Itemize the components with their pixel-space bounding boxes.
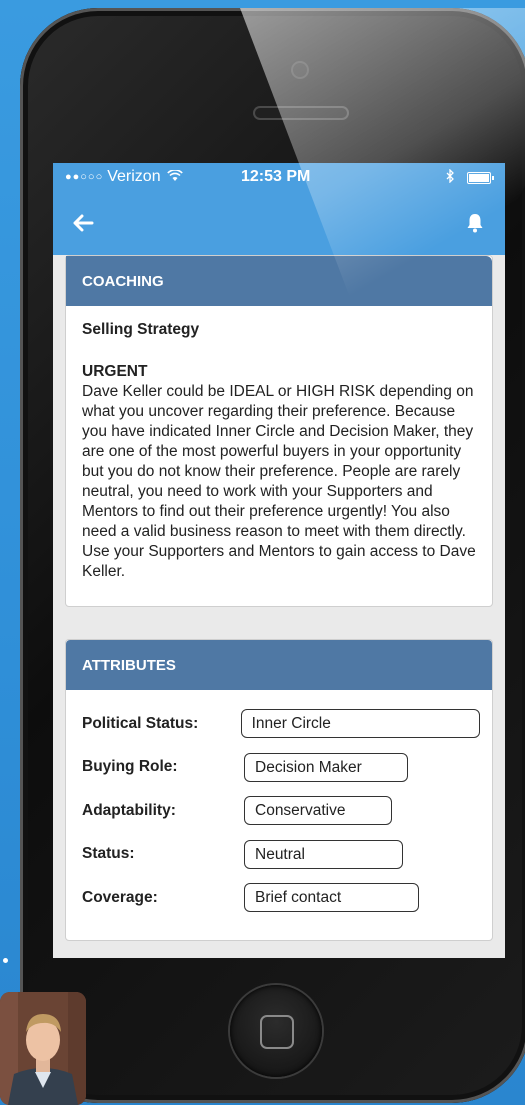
attribute-label: Coverage:	[82, 888, 158, 906]
attribute-label: Political Status:	[82, 714, 199, 732]
earpiece-speaker	[253, 106, 349, 120]
bell-icon[interactable]	[457, 205, 493, 241]
selling-strategy-title: Selling Strategy	[82, 321, 200, 338]
attribute-label: Buying Role:	[82, 758, 178, 776]
phone-frame: ●●○○○ Verizon 12:53 PM COACHING Selling …	[20, 8, 525, 1103]
battery-icon	[467, 172, 494, 184]
back-arrow-icon[interactable]	[65, 205, 101, 241]
attribute-label: Adaptability:	[82, 801, 176, 819]
attribute-row-coverage: Coverage: Brief contact	[82, 876, 480, 920]
attribute-row-political-status: Political Status: Inner Circle	[82, 702, 480, 746]
urgent-label: URGENT	[82, 363, 148, 380]
attribute-row-adaptability: Adaptability: Conservative	[82, 789, 480, 833]
attribute-row-buying-role: Buying Role: Decision Maker	[82, 746, 480, 790]
status-bar: ●●○○○ Verizon 12:53 PM	[53, 163, 505, 191]
wifi-icon	[166, 169, 183, 185]
attributes-card: ATTRIBUTES Political Status: Inner Circl…	[65, 639, 493, 941]
home-button[interactable]	[230, 985, 322, 1077]
status-field[interactable]: Neutral	[244, 839, 403, 869]
front-camera	[293, 63, 307, 77]
adaptability-field[interactable]: Conservative	[244, 796, 392, 826]
buying-role-field[interactable]: Decision Maker	[244, 752, 408, 782]
attributes-header: ATTRIBUTES	[66, 640, 492, 690]
political-status-field[interactable]: Inner Circle	[240, 709, 480, 739]
attribute-row-status: Status: Neutral	[82, 833, 480, 877]
carrier-name: Verizon	[107, 168, 161, 185]
coaching-card: COACHING Selling Strategy URGENT Dave Ke…	[65, 255, 493, 607]
avatar	[0, 992, 86, 1105]
signal-strength-icon: ●●○○○	[65, 171, 104, 183]
coaching-body: Selling Strategy URGENT Dave Keller coul…	[66, 306, 492, 606]
home-square-icon	[260, 1015, 294, 1049]
phone-screen: ●●○○○ Verizon 12:53 PM COACHING Selling …	[53, 163, 505, 958]
coaching-text: Dave Keller could be IDEAL or HIGH RISK …	[82, 383, 476, 580]
decorative-dot	[3, 958, 8, 963]
attributes-list: Political Status: Inner Circle Buying Ro…	[66, 690, 492, 940]
bluetooth-icon	[446, 167, 455, 186]
attribute-label: Status:	[82, 845, 135, 863]
coaching-header: COACHING	[66, 256, 492, 306]
nav-bar	[53, 191, 505, 255]
status-time: 12:53 PM	[241, 168, 311, 185]
coverage-field[interactable]: Brief contact	[244, 883, 419, 913]
